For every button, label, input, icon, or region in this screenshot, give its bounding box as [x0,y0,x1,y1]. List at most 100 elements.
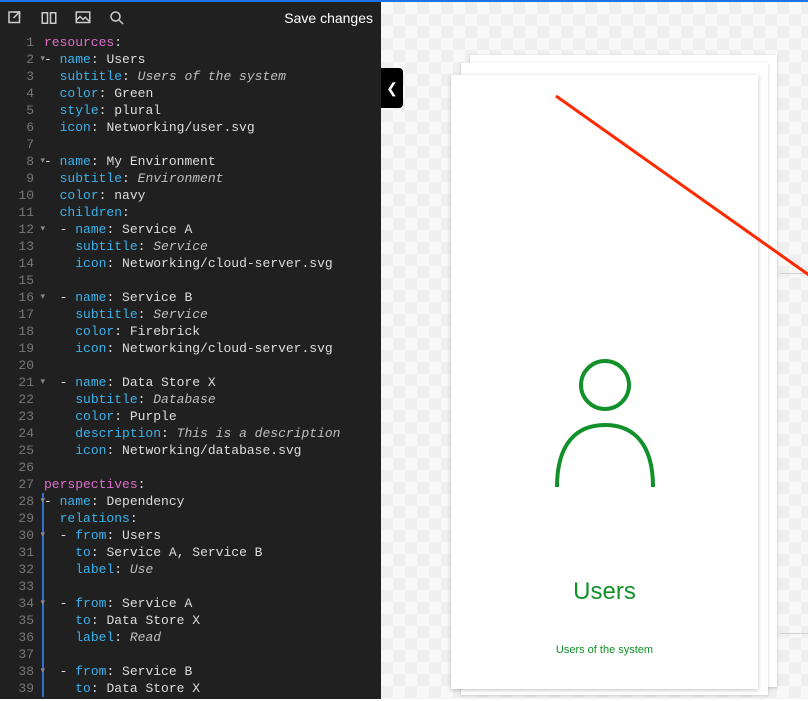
code-line[interactable]: 31 to: Service A, Service B [0,544,381,561]
code-line[interactable]: 39 to: Data Store X [0,680,381,697]
line-number: 12 [0,221,44,238]
line-content [44,357,381,374]
code-line[interactable]: 36 label: Read [0,629,381,646]
code-editor[interactable]: 1resources:2- name: Users3 subtitle: Use… [0,34,381,699]
line-number: 31 [0,544,44,561]
code-line[interactable]: 14 icon: Networking/cloud-server.svg [0,255,381,272]
line-content: - from: Service A [42,595,381,612]
line-number: 10 [0,187,44,204]
line-number: 13 [0,238,44,255]
code-line[interactable]: 15 [0,272,381,289]
code-line[interactable]: 12 - name: Service A [0,221,381,238]
code-line[interactable]: 37 [0,646,381,663]
line-content: to: Service A, Service B [42,544,381,561]
code-line[interactable]: 23 color: Purple [0,408,381,425]
code-line[interactable]: 13 subtitle: Service [0,238,381,255]
line-content [44,272,381,289]
line-content: to: Data Store X [42,680,381,697]
code-line[interactable]: 7 [0,136,381,153]
line-number: 20 [0,357,44,374]
code-line[interactable]: 20 [0,357,381,374]
line-number: 35 [0,612,44,629]
line-number: 24 [0,425,44,442]
line-content: style: plural [44,102,381,119]
code-line[interactable]: 21 - name: Data Store X [0,374,381,391]
line-content: label: Read [42,629,381,646]
code-line[interactable]: 9 subtitle: Environment [0,170,381,187]
line-number: 32 [0,561,44,578]
line-content: subtitle: Service [44,306,381,323]
collapse-editor-button[interactable]: ❮ [381,68,403,108]
line-number: 18 [0,323,44,340]
line-number: 9 [0,170,44,187]
code-line[interactable]: 29 relations: [0,510,381,527]
resource-card[interactable]: Users Users of the system [451,75,758,689]
code-line[interactable]: 38 - from: Service B [0,663,381,680]
line-number: 23 [0,408,44,425]
connector-line [780,273,808,274]
line-number: 28 [0,493,44,510]
code-line[interactable]: 8- name: My Environment [0,153,381,170]
line-content: relations: [42,510,381,527]
code-line[interactable]: 10 color: navy [0,187,381,204]
code-line[interactable]: 6 icon: Networking/user.svg [0,119,381,136]
open-external-icon[interactable] [6,9,24,27]
line-content: subtitle: Database [44,391,381,408]
code-line[interactable]: 28- name: Dependency [0,493,381,510]
line-number: 26 [0,459,44,476]
line-content: icon: Networking/cloud-server.svg [44,255,381,272]
line-content: - name: Service A [44,221,381,238]
card-title: Users [573,578,636,606]
code-line[interactable]: 19 icon: Networking/cloud-server.svg [0,340,381,357]
code-line[interactable]: 33 [0,578,381,595]
line-number: 38 [0,663,44,680]
line-number: 29 [0,510,44,527]
line-content: icon: Networking/database.svg [44,442,381,459]
line-number: 36 [0,629,44,646]
line-content: resources: [44,34,381,51]
code-line[interactable]: 2- name: Users [0,51,381,68]
code-line[interactable]: 32 label: Use [0,561,381,578]
code-line[interactable]: 22 subtitle: Database [0,391,381,408]
line-number: 8 [0,153,44,170]
line-number: 30 [0,527,44,544]
line-content: description: This is a description [44,425,381,442]
save-button[interactable]: Save changes [282,6,375,30]
code-line[interactable]: 11 children: [0,204,381,221]
code-line[interactable]: 3 subtitle: Users of the system [0,68,381,85]
book-icon[interactable] [40,9,58,27]
card-subtitle: Users of the system [556,644,653,656]
chevron-left-icon: ❮ [386,80,398,97]
line-content: icon: Networking/cloud-server.svg [44,340,381,357]
code-line[interactable]: 30 - from: Users [0,527,381,544]
line-number: 14 [0,255,44,272]
line-number: 4 [0,85,44,102]
code-line[interactable]: 35 to: Data Store X [0,612,381,629]
line-number: 19 [0,340,44,357]
code-line[interactable]: 25 icon: Networking/database.svg [0,442,381,459]
line-number: 22 [0,391,44,408]
code-line[interactable]: 24 description: This is a description [0,425,381,442]
line-content [42,578,381,595]
line-content: - from: Service B [42,663,381,680]
line-number: 37 [0,646,44,663]
code-line[interactable]: 18 color: Firebrick [0,323,381,340]
search-icon[interactable] [108,9,126,27]
code-line[interactable]: 5 style: plural [0,102,381,119]
code-line[interactable]: 4 color: Green [0,85,381,102]
line-number: 2 [0,51,44,68]
line-number: 15 [0,272,44,289]
code-line[interactable]: 34 - from: Service A [0,595,381,612]
image-icon[interactable] [74,9,92,27]
line-content: color: Firebrick [44,323,381,340]
code-line[interactable]: 26 [0,459,381,476]
line-number: 27 [0,476,44,493]
code-line[interactable]: 16 - name: Service B [0,289,381,306]
line-number: 6 [0,119,44,136]
line-content: color: Purple [44,408,381,425]
code-line[interactable]: 1resources: [0,34,381,51]
line-number: 11 [0,204,44,221]
code-line[interactable]: 17 subtitle: Service [0,306,381,323]
line-content: color: navy [44,187,381,204]
code-line[interactable]: 27perspectives: [0,476,381,493]
